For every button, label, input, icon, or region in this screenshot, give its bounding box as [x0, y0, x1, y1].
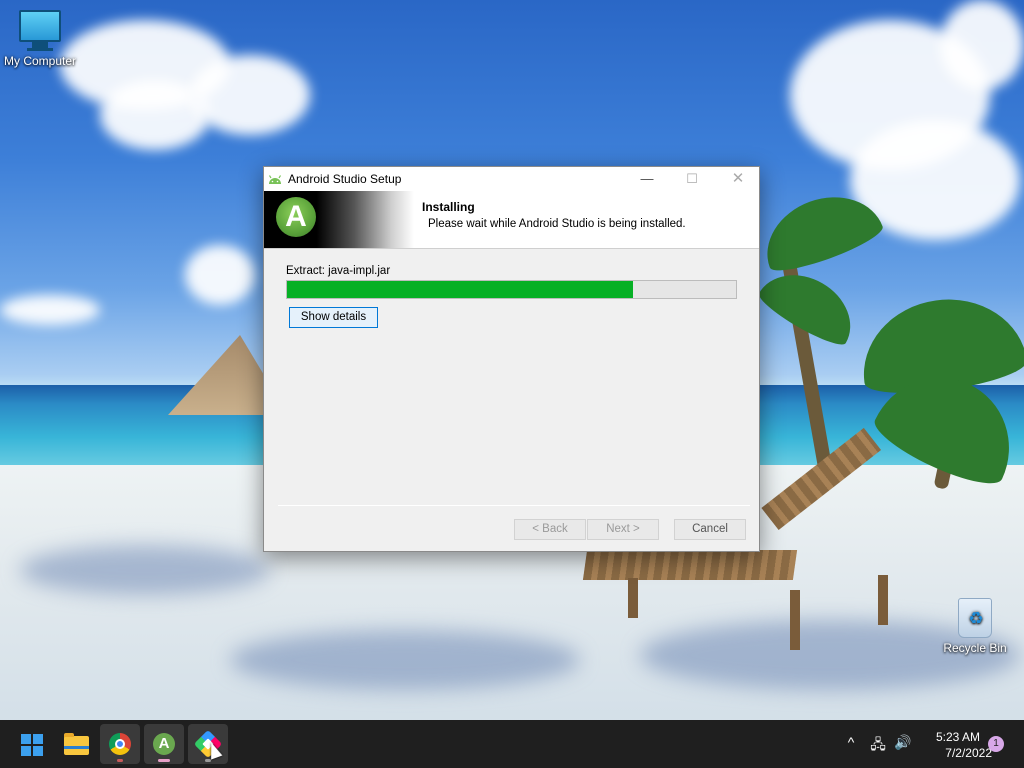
android-studio-logo-icon: A — [276, 197, 316, 237]
show-details-button[interactable]: Show details — [289, 307, 378, 328]
next-button[interactable]: Next > — [587, 519, 659, 540]
taskbar-chrome[interactable] — [100, 724, 140, 764]
tree-shadow — [230, 630, 580, 690]
recycle-bin-icon: ♻ — [958, 598, 992, 638]
volume-icon[interactable]: 🔊 — [892, 734, 914, 751]
dialog-titlebar[interactable]: Android Studio Setup — ☐ ✕ — [264, 167, 759, 191]
windows-start-icon — [21, 734, 43, 756]
clock-time: 5:23 AM — [935, 730, 980, 744]
minimize-button[interactable]: — — [624, 167, 670, 191]
taskbar-android-studio[interactable]: A — [144, 724, 184, 764]
dialog-title: Android Studio Setup — [288, 172, 402, 186]
header-title: Installing — [422, 200, 475, 214]
notification-badge[interactable]: 1 — [988, 736, 1004, 752]
tree-shadow — [20, 545, 270, 595]
cloud — [940, 0, 1024, 90]
header-banner: A — [264, 191, 414, 248]
android-icon — [268, 175, 282, 184]
back-button[interactable]: < Back — [514, 519, 586, 540]
network-icon[interactable]: 🖧 — [867, 734, 889, 758]
footer-separator — [278, 505, 750, 506]
cancel-button[interactable]: Cancel — [674, 519, 746, 540]
cloud — [0, 295, 100, 325]
active-indicator — [158, 759, 170, 762]
cloud — [185, 245, 255, 305]
taskbar-file-explorer[interactable] — [56, 724, 96, 764]
dialog-header: A Installing Please wait while Android S… — [264, 191, 759, 249]
chrome-icon — [109, 733, 131, 755]
android-studio-icon: A — [153, 733, 175, 755]
desktop-icon-my-computer[interactable]: My Computer — [0, 10, 80, 68]
desktop-icon-label: My Computer — [3, 54, 77, 68]
taskbar-clock[interactable]: 5:23 AM 7/2/2022 — [912, 729, 992, 761]
header-subtitle: Please wait while Android Studio is bein… — [428, 218, 686, 230]
maximize-button[interactable]: ☐ — [669, 167, 715, 191]
close-button[interactable]: ✕ — [715, 167, 761, 191]
progress-fill — [287, 281, 633, 298]
start-button[interactable] — [12, 724, 52, 764]
lounge-chair-leg — [878, 575, 888, 625]
extract-status-text: Extract: java-impl.jar — [286, 265, 391, 277]
monitor-icon — [19, 10, 61, 51]
lounge-chair-leg — [790, 590, 800, 650]
palm-frond — [754, 258, 866, 352]
install-progress-bar — [286, 280, 737, 299]
lounge-chair-seat — [582, 550, 798, 580]
running-indicator — [117, 759, 123, 762]
lounge-chair-leg — [628, 578, 638, 618]
desktop-icon-recycle-bin[interactable]: ♻ Recycle Bin — [935, 598, 1015, 655]
clock-date: 7/2/2022 — [945, 746, 992, 760]
desktop-icon-label: Recycle Bin — [943, 641, 1007, 655]
cloud — [190, 55, 310, 135]
android-studio-setup-dialog: Android Studio Setup — ☐ ✕ A Installing … — [263, 166, 760, 552]
show-hidden-icons-chevron-icon[interactable]: ^ — [840, 734, 862, 750]
